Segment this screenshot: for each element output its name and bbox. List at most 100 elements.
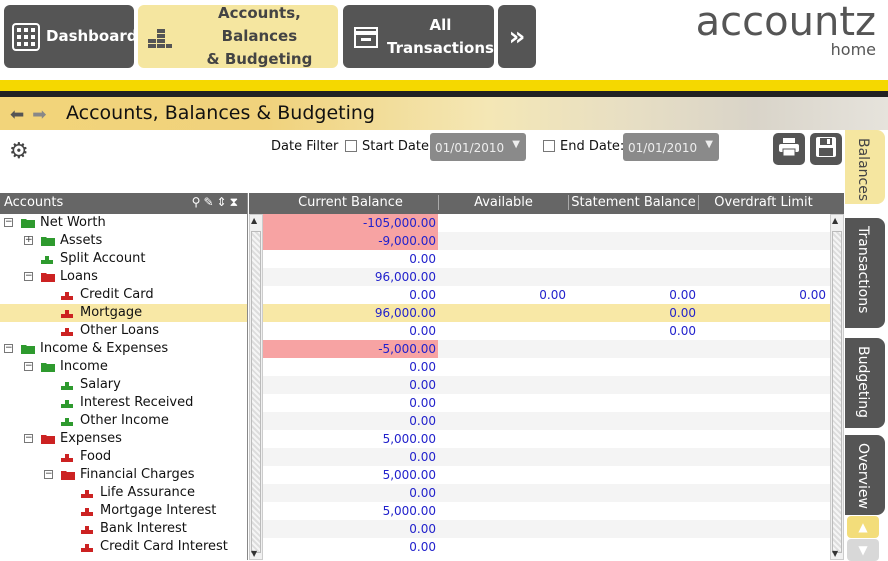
scroll-up-icon[interactable]: ▲: [832, 216, 838, 225]
tree-row[interactable]: Mortgage: [0, 304, 247, 322]
start-date-value: 01/01/2010: [435, 141, 505, 155]
tree-row-label: Salary: [80, 377, 121, 392]
table-row[interactable]: 0.00 0.00: [263, 322, 830, 340]
col-statement-balance[interactable]: Statement Balance: [568, 195, 698, 210]
header-stripe: [0, 80, 888, 97]
table-row[interactable]: 96,000.00: [263, 268, 830, 286]
end-date-checkbox[interactable]: [543, 140, 555, 152]
table-row[interactable]: -5,000.00: [263, 340, 830, 358]
accounts-balances-budgeting-button[interactable]: Accounts, Balances & Budgeting: [138, 4, 338, 68]
folder-icon: [20, 217, 35, 228]
tree-row[interactable]: Split Account: [0, 250, 247, 268]
tab-overview[interactable]: Overview: [845, 435, 885, 515]
table-row[interactable]: 5,000.00: [263, 466, 830, 484]
tree-row[interactable]: − Income & Expenses: [0, 340, 247, 358]
tree-row[interactable]: Credit Card: [0, 286, 247, 304]
tree-row[interactable]: Credit Card Interest: [0, 538, 247, 556]
table-row[interactable]: 0.00: [263, 376, 830, 394]
table-row[interactable]: 5,000.00: [263, 502, 830, 520]
edit-pencil-icon[interactable]: ✎: [203, 195, 216, 209]
gear-icon[interactable]: ⚙: [9, 139, 29, 164]
start-date-label: Start Date:: [362, 139, 434, 154]
scroll-down-icon[interactable]: ▼: [832, 549, 838, 558]
tree-row[interactable]: − Net Worth: [0, 214, 247, 232]
tree-row[interactable]: Food: [0, 448, 247, 466]
tab-balances[interactable]: Balances: [845, 130, 885, 204]
date-filter-label: Date Filter: [271, 139, 339, 154]
collapse-icon[interactable]: −: [24, 272, 33, 281]
tree-row[interactable]: Salary: [0, 376, 247, 394]
collapse-icon[interactable]: −: [24, 362, 33, 371]
back-arrow-icon[interactable]: ⬅: [10, 105, 32, 125]
sort-icon[interactable]: ⇕: [217, 195, 230, 209]
table-row[interactable]: 0.00: [263, 412, 830, 430]
right-scrollbar[interactable]: ▲ ▼: [830, 214, 844, 560]
tree-row[interactable]: + Assets: [0, 232, 247, 250]
tree-row[interactable]: − Income: [0, 358, 247, 376]
tab-budgeting[interactable]: Budgeting: [845, 338, 885, 428]
all-transactions-button[interactable]: All Transactions: [343, 5, 494, 68]
collapse-icon[interactable]: −: [4, 218, 13, 227]
cell-current: 0.00: [409, 324, 436, 338]
table-row[interactable]: -105,000.00: [263, 214, 830, 232]
page-title: Accounts, Balances & Budgeting: [66, 102, 375, 124]
tabs-scroll-down-button[interactable]: ▼: [847, 539, 879, 561]
table-row[interactable]: 0.00: [263, 484, 830, 502]
start-date-select[interactable]: 01/01/2010 ▼: [430, 133, 526, 161]
accounts-header-label: Accounts: [4, 195, 64, 210]
tabs-scroll-up-button[interactable]: ▲: [847, 516, 879, 538]
more-nav-button[interactable]: »: [498, 5, 536, 68]
forward-arrow-icon[interactable]: ➡: [32, 105, 54, 125]
save-button[interactable]: [810, 133, 842, 165]
table-row[interactable]: -9,000.00: [263, 232, 830, 250]
cell-current: 0.00: [409, 414, 436, 428]
search-icon[interactable]: ⚲: [192, 195, 204, 209]
table-row[interactable]: 0.00: [263, 358, 830, 376]
tree-row[interactable]: Mortgage Interest: [0, 502, 247, 520]
col-available[interactable]: Available: [438, 195, 568, 210]
scroll-thumb[interactable]: [832, 231, 842, 553]
cell-current: 0.00: [409, 540, 436, 554]
cell-current: 0.00: [409, 396, 436, 410]
tree-row-label: Credit Card: [80, 287, 154, 302]
table-row[interactable]: 96,000.00 0.00: [263, 304, 830, 322]
scroll-up-icon[interactable]: ▲: [251, 216, 257, 225]
table-row[interactable]: 0.00: [263, 394, 830, 412]
tree-row[interactable]: Interest Received: [0, 394, 247, 412]
collapse-icon[interactable]: −: [44, 470, 53, 479]
tree-row[interactable]: − Expenses: [0, 430, 247, 448]
end-date-select[interactable]: 01/01/2010 ▼: [623, 133, 719, 161]
start-date-checkbox[interactable]: [345, 140, 357, 152]
collapse-all-icon[interactable]: ⧗: [230, 195, 241, 209]
dashboard-button[interactable]: Dashboard: [4, 5, 137, 68]
tree-row[interactable]: Life Assurance: [0, 484, 247, 502]
table-row[interactable]: 0.00: [263, 520, 830, 538]
expand-icon[interactable]: +: [24, 236, 33, 245]
tree-row[interactable]: Other Income: [0, 412, 247, 430]
tree-row-label: Income & Expenses: [40, 341, 169, 356]
tree-row-label: Mortgage: [80, 305, 143, 320]
tree-row-label: Split Account: [60, 251, 146, 266]
table-row[interactable]: 0.00: [263, 538, 830, 556]
scroll-thumb[interactable]: [251, 231, 261, 553]
tree-row[interactable]: Bank Interest: [0, 520, 247, 538]
table-row[interactable]: 0.00: [263, 448, 830, 466]
left-scrollbar[interactable]: ▲ ▼: [249, 214, 263, 560]
table-row[interactable]: 0.00 0.00 0.00 0.00: [263, 286, 830, 304]
balances-grid-header: Current Balance Available Statement Bala…: [249, 193, 844, 214]
tab-transactions[interactable]: Transactions: [845, 218, 885, 328]
tree-row[interactable]: Other Loans: [0, 322, 247, 340]
scroll-down-icon[interactable]: ▼: [251, 549, 257, 558]
tree-row[interactable]: − Loans: [0, 268, 247, 286]
tree-row[interactable]: − Financial Charges: [0, 466, 247, 484]
account-icon: [60, 415, 74, 426]
cell-current: 0.00: [409, 252, 436, 266]
col-overdraft-limit[interactable]: Overdraft Limit: [698, 195, 828, 210]
collapse-icon[interactable]: −: [4, 344, 13, 353]
collapse-icon[interactable]: −: [24, 434, 33, 443]
col-current-balance[interactable]: Current Balance: [263, 195, 438, 210]
table-row[interactable]: 5,000.00: [263, 430, 830, 448]
print-button[interactable]: [773, 133, 805, 165]
table-row[interactable]: 0.00: [263, 250, 830, 268]
account-icon: [60, 451, 74, 462]
